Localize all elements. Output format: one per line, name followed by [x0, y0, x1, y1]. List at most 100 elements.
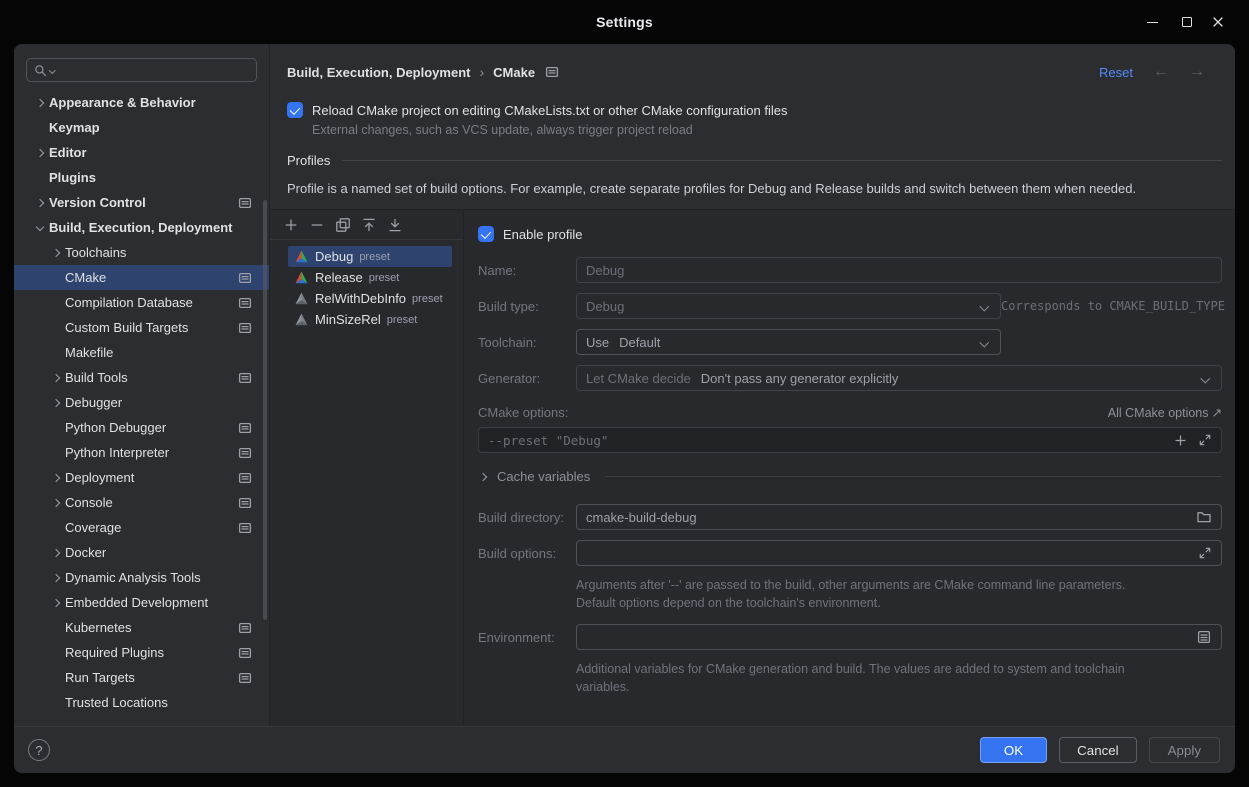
- chevron-right-icon[interactable]: [48, 370, 65, 386]
- build-type-select[interactable]: Debug: [576, 293, 1001, 319]
- settings-search[interactable]: [26, 58, 257, 82]
- sidebar-item-embedded-development[interactable]: Embedded Development: [14, 590, 269, 615]
- chevron-down-icon: [1198, 371, 1212, 385]
- variables-list-icon[interactable]: [1196, 629, 1212, 645]
- sidebar-item-dynamic-analysis-tools[interactable]: Dynamic Analysis Tools: [14, 565, 269, 590]
- sidebar-item-label: Build Tools: [65, 370, 128, 385]
- build-directory-input[interactable]: cmake-build-debug: [576, 504, 1222, 530]
- move-up-button[interactable]: [361, 217, 377, 233]
- sidebar-item-compilation-database[interactable]: Compilation Database: [14, 290, 269, 315]
- back-arrow-icon[interactable]: ←: [1153, 64, 1169, 80]
- maximize-button[interactable]: [1176, 11, 1198, 33]
- dialog-footer: ? OK Cancel Apply: [14, 726, 1235, 773]
- folder-icon[interactable]: [1196, 509, 1212, 525]
- sidebar-item-appearance-behavior[interactable]: Appearance & Behavior: [14, 90, 269, 115]
- chevron-right-icon[interactable]: [48, 595, 65, 611]
- sidebar-item-editor[interactable]: Editor: [14, 140, 269, 165]
- sidebar-item-run-targets[interactable]: Run Targets: [14, 665, 269, 690]
- chevron-right-icon[interactable]: [32, 195, 49, 211]
- close-button[interactable]: [1211, 11, 1233, 33]
- breadcrumb-item-cmake: CMake: [493, 65, 535, 80]
- apply-button[interactable]: Apply: [1149, 737, 1220, 763]
- build-options-input[interactable]: [576, 540, 1222, 566]
- chevron-right-icon[interactable]: [48, 395, 65, 411]
- chevron-right-icon[interactable]: [48, 495, 65, 511]
- profile-item-release[interactable]: Releasepreset: [288, 267, 452, 288]
- sidebar-item-makefile[interactable]: Makefile: [14, 340, 269, 365]
- forward-arrow-icon[interactable]: →: [1189, 64, 1205, 80]
- chevron-right-icon[interactable]: [32, 95, 49, 111]
- sidebar-item-custom-build-targets[interactable]: Custom Build Targets: [14, 315, 269, 340]
- sidebar-scrollbar[interactable]: [263, 200, 267, 620]
- toolchain-select[interactable]: Use Default: [576, 329, 1001, 355]
- settings-dialog: Appearance & Behavior Keymap EditorPlugins…: [14, 44, 1235, 773]
- all-cmake-options-link[interactable]: All CMake options ↗: [1108, 405, 1222, 420]
- sidebar-item-debugger[interactable]: Debugger: [14, 390, 269, 415]
- chevron-placeholder: [48, 620, 65, 636]
- profile-name: RelWithDebInfo: [315, 291, 406, 306]
- chevron-right-icon[interactable]: [48, 470, 65, 486]
- breadcrumb-separator: ›: [479, 64, 484, 80]
- search-history-chevron-icon: [49, 65, 57, 75]
- minimize-button[interactable]: [1141, 11, 1163, 33]
- ok-button[interactable]: OK: [980, 737, 1047, 763]
- sidebar-item-python-debugger[interactable]: Python Debugger: [14, 415, 269, 440]
- cache-variables-section[interactable]: Cache variables: [478, 469, 1222, 484]
- profile-item-minsizerel[interactable]: MinSizeRelpreset: [288, 309, 452, 330]
- sidebar-item-keymap[interactable]: Keymap: [14, 115, 269, 140]
- name-input[interactable]: Debug: [576, 257, 1222, 283]
- cancel-button[interactable]: Cancel: [1059, 737, 1137, 763]
- in-editor-icon: [238, 446, 252, 460]
- sidebar-item-build-execution-deployment[interactable]: Build, Execution, Deployment: [14, 215, 269, 240]
- sidebar-item-label: Console: [65, 495, 113, 510]
- copy-button[interactable]: [335, 217, 351, 233]
- sidebar-item-label: Keymap: [49, 120, 100, 135]
- chevron-down-icon: [977, 335, 991, 349]
- sidebar-item-console[interactable]: Console: [14, 490, 269, 515]
- reload-checkbox[interactable]: [287, 102, 303, 118]
- sidebar-item-toolchains[interactable]: Toolchains: [14, 240, 269, 265]
- toolchain-value: Default: [619, 335, 660, 350]
- generator-select[interactable]: Let CMake decide Don't pass any generato…: [576, 365, 1222, 391]
- add-button[interactable]: [283, 217, 299, 233]
- enable-profile-checkbox[interactable]: [478, 226, 494, 242]
- chevron-right-icon[interactable]: [48, 570, 65, 586]
- toolchain-label: Toolchain:: [478, 335, 576, 350]
- profile-name: MinSizeRel: [315, 312, 381, 327]
- profile-item-debug[interactable]: Debugpreset: [288, 246, 452, 267]
- sidebar-item-label: Python Debugger: [65, 420, 166, 435]
- build-directory-label: Build directory:: [478, 510, 576, 525]
- add-option-icon[interactable]: [1173, 433, 1188, 448]
- sidebar-item-coverage[interactable]: Coverage: [14, 515, 269, 540]
- sidebar-item-build-tools[interactable]: Build Tools: [14, 365, 269, 390]
- profile-item-relwithdebinfo[interactable]: RelWithDebInfopreset: [288, 288, 452, 309]
- sidebar-item-python-interpreter[interactable]: Python Interpreter: [14, 440, 269, 465]
- cmake-options-input[interactable]: --preset "Debug": [478, 427, 1222, 453]
- remove-button[interactable]: [309, 217, 325, 233]
- build-type-label: Build type:: [478, 299, 576, 314]
- breadcrumb-item-build-execution-deployment[interactable]: Build, Execution, Deployment: [287, 65, 470, 80]
- chevron-right-icon[interactable]: [32, 145, 49, 161]
- sidebar-item-label: Docker: [65, 545, 106, 560]
- sidebar-item-kubernetes[interactable]: Kubernetes: [14, 615, 269, 640]
- sidebar-item-required-plugins[interactable]: Required Plugins: [14, 640, 269, 665]
- sidebar-item-version-control[interactable]: Version Control: [14, 190, 269, 215]
- chevron-down-icon[interactable]: [32, 220, 49, 236]
- sidebar-item-label: Required Plugins: [65, 645, 164, 660]
- maximize-icon: [1182, 17, 1192, 27]
- reset-button[interactable]: Reset: [1099, 65, 1133, 80]
- sidebar-item-deployment[interactable]: Deployment: [14, 465, 269, 490]
- help-button[interactable]: ?: [28, 739, 50, 761]
- expand-editor-icon[interactable]: [1198, 433, 1212, 447]
- sidebar-item-docker[interactable]: Docker: [14, 540, 269, 565]
- expand-editor-icon[interactable]: [1198, 546, 1212, 560]
- chevron-right-icon[interactable]: [48, 245, 65, 261]
- environment-input[interactable]: [576, 624, 1222, 650]
- move-down-button[interactable]: [387, 217, 403, 233]
- sidebar-item-plugins[interactable]: Plugins: [14, 165, 269, 190]
- search-input[interactable]: [58, 62, 250, 79]
- chevron-right-icon[interactable]: [48, 545, 65, 561]
- sidebar-item-trusted-locations[interactable]: Trusted Locations: [14, 690, 269, 715]
- in-editor-icon: [238, 621, 252, 635]
- sidebar-item-cmake[interactable]: CMake: [14, 265, 269, 290]
